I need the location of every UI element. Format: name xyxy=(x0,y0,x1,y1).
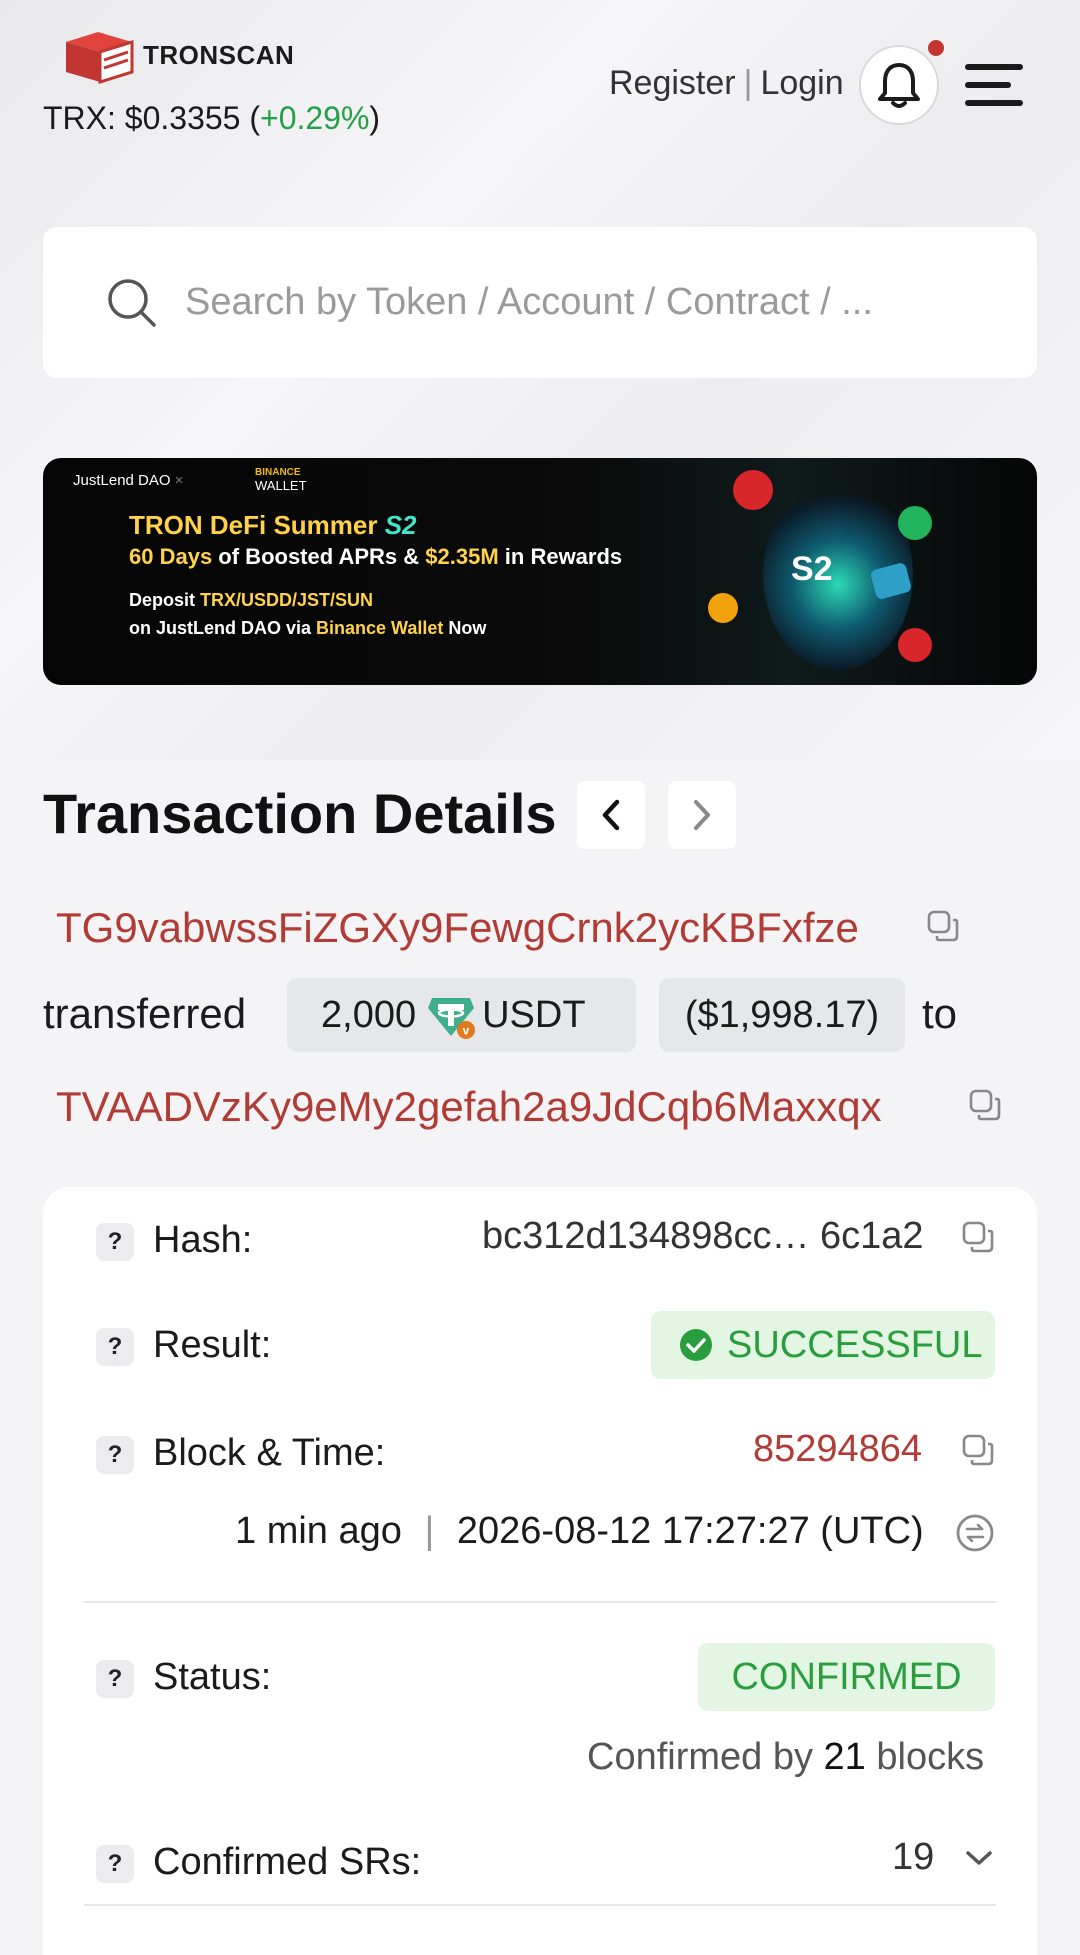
section-divider xyxy=(84,1601,996,1603)
banner-subtitle: 60 Days of Boosted APRs & $2.35M in Rewa… xyxy=(129,544,622,570)
check-circle-icon xyxy=(680,1329,712,1361)
usd-value: ($1,998.17) xyxy=(684,993,880,1036)
chevron-right-icon xyxy=(694,800,710,830)
confirmed-srs-label: Confirmed SRs: xyxy=(153,1841,422,1883)
token-coin-icon xyxy=(898,628,932,662)
banner-brand-justlend: JustLend DAO × xyxy=(73,472,184,489)
banner-line2-c: $2.35M xyxy=(425,544,499,569)
help-icon[interactable]: ? xyxy=(96,1660,134,1698)
banner-line2-b: of Boosted APRs & xyxy=(212,544,426,569)
auth-separator: | xyxy=(743,64,753,102)
banner-title: TRON DeFi Summer S2 xyxy=(129,510,417,541)
banner-brand-binance: BINANCE WALLET xyxy=(255,466,307,492)
block-time-label: Block & Time: xyxy=(153,1432,386,1474)
copy-icon[interactable] xyxy=(926,909,960,943)
price-value: $0.3355 xyxy=(124,100,241,136)
tether-icon: v xyxy=(426,990,476,1040)
transferred-label: transferred xyxy=(43,990,247,1037)
search-input[interactable] xyxy=(185,270,985,334)
section-divider xyxy=(84,1904,996,1906)
banner-line2-d: in Rewards xyxy=(498,544,623,569)
chevron-left-icon xyxy=(602,799,620,831)
change-open: ( xyxy=(240,100,260,136)
banner-title-main: TRON DeFi Summer xyxy=(129,510,385,540)
auth-links: Register | Login xyxy=(609,64,844,103)
svg-text:v: v xyxy=(463,1024,470,1038)
banner-line3-a: Deposit xyxy=(129,590,201,610)
page-title: Transaction Details xyxy=(43,782,557,845)
chevron-down-icon[interactable] xyxy=(963,1846,995,1870)
banner-orb-label: S2 xyxy=(791,550,833,588)
time-separator: | xyxy=(424,1510,435,1552)
result-value: SUCCESSFUL xyxy=(727,1323,983,1366)
banner-line4-c: Now xyxy=(443,618,487,638)
help-icon[interactable]: ? xyxy=(96,1436,134,1474)
search-icon xyxy=(108,279,156,327)
banner-line4-a: on JustLend DAO via xyxy=(129,618,317,638)
timestamp: 2026-08-12 17:27:27 (UTC) xyxy=(456,1510,924,1552)
to-label: to xyxy=(922,990,958,1037)
confirmed-by-suffix: blocks xyxy=(865,1736,985,1778)
banner-line3: Deposit TRX/USDD/JST/SUN xyxy=(129,590,373,611)
copy-icon[interactable] xyxy=(961,1220,995,1254)
menu-icon-line xyxy=(965,64,1023,70)
hash-label: Hash: xyxy=(153,1219,253,1261)
result-label: Result: xyxy=(153,1324,272,1366)
price-prefix: TRX: xyxy=(43,100,125,136)
menu-button[interactable] xyxy=(965,60,1023,110)
amount-value: 2,000 xyxy=(321,993,417,1036)
status-badge: CONFIRMED xyxy=(698,1643,995,1711)
time-ago: 1 min ago xyxy=(235,1510,402,1552)
usd-value-pill: ($1,998.17) xyxy=(659,978,905,1052)
banner-title-s2: S2 xyxy=(384,510,417,540)
sun-coin-icon xyxy=(708,593,738,623)
copy-icon[interactable] xyxy=(961,1433,995,1467)
logo-text[interactable]: TRONSCAN xyxy=(143,40,294,71)
token-symbol: USDT xyxy=(482,993,586,1036)
confirmed-blocks-count: 21 xyxy=(823,1736,866,1778)
promo-banner[interactable]: JustLend DAO × BINANCE WALLET TRON DeFi S… xyxy=(43,458,1037,685)
dollar-coin-icon xyxy=(898,506,932,540)
bell-icon xyxy=(878,63,920,108)
menu-icon-line xyxy=(965,100,1023,106)
trx-price: TRX: $0.3355 (+0.29%) xyxy=(43,100,380,137)
tron-coin-icon xyxy=(733,470,773,510)
from-address-link[interactable]: TG9vabwssFiZGXy9FewgCrnk2ycKBFxfze xyxy=(56,904,859,952)
to-address-link[interactable]: TVAADVzKy9eMy2gefah2a9JdCqb6Maxxqx xyxy=(56,1083,882,1131)
banner-line4-b: Binance Wallet xyxy=(316,618,444,638)
confirmed-srs-value[interactable]: 19 xyxy=(892,1836,934,1879)
change-close: ) xyxy=(369,100,381,136)
notification-dot xyxy=(928,40,944,56)
help-icon[interactable]: ? xyxy=(96,1328,134,1366)
time-row: 1 min ago | 2026-08-12 17:27:27 (UTC) xyxy=(235,1510,924,1553)
banner-line3-b: TRX/USDD/JST/SUN xyxy=(200,590,374,610)
notification-button[interactable] xyxy=(859,45,939,125)
transaction-details-card xyxy=(43,1187,1037,1955)
amount-pill[interactable]: 2,000 v USDT xyxy=(287,978,636,1052)
help-icon[interactable]: ? xyxy=(96,1223,134,1261)
tronscan-logo-icon[interactable] xyxy=(62,28,134,85)
help-icon[interactable]: ? xyxy=(96,1845,134,1883)
confirmed-by-text: Confirmed by 21 blocks xyxy=(587,1736,984,1779)
login-link[interactable]: Login xyxy=(760,64,843,102)
block-number-link[interactable]: 85294864 xyxy=(753,1428,922,1471)
price-change: +0.29% xyxy=(260,100,370,136)
copy-icon[interactable] xyxy=(968,1088,1002,1122)
status-label: Status: xyxy=(153,1656,272,1698)
next-transaction-button[interactable] xyxy=(668,781,736,849)
banner-line2-a: 60 Days xyxy=(129,544,213,569)
brand-right-bottom: WALLET xyxy=(255,478,307,493)
brand-times: × xyxy=(174,472,184,489)
result-badge: SUCCESSFUL xyxy=(651,1311,995,1379)
banner-line4: on JustLend DAO via Binance Wallet Now xyxy=(129,618,486,639)
previous-transaction-button[interactable] xyxy=(577,781,645,849)
hash-value[interactable]: bc312d134898cc… 6c1a2 xyxy=(482,1215,924,1258)
brand-left: JustLend DAO xyxy=(73,472,171,489)
menu-icon-line xyxy=(965,82,1011,88)
timezone-switch-icon[interactable] xyxy=(955,1513,995,1553)
register-link[interactable]: Register xyxy=(609,64,736,102)
confirmed-by-prefix: Confirmed by xyxy=(587,1736,824,1778)
